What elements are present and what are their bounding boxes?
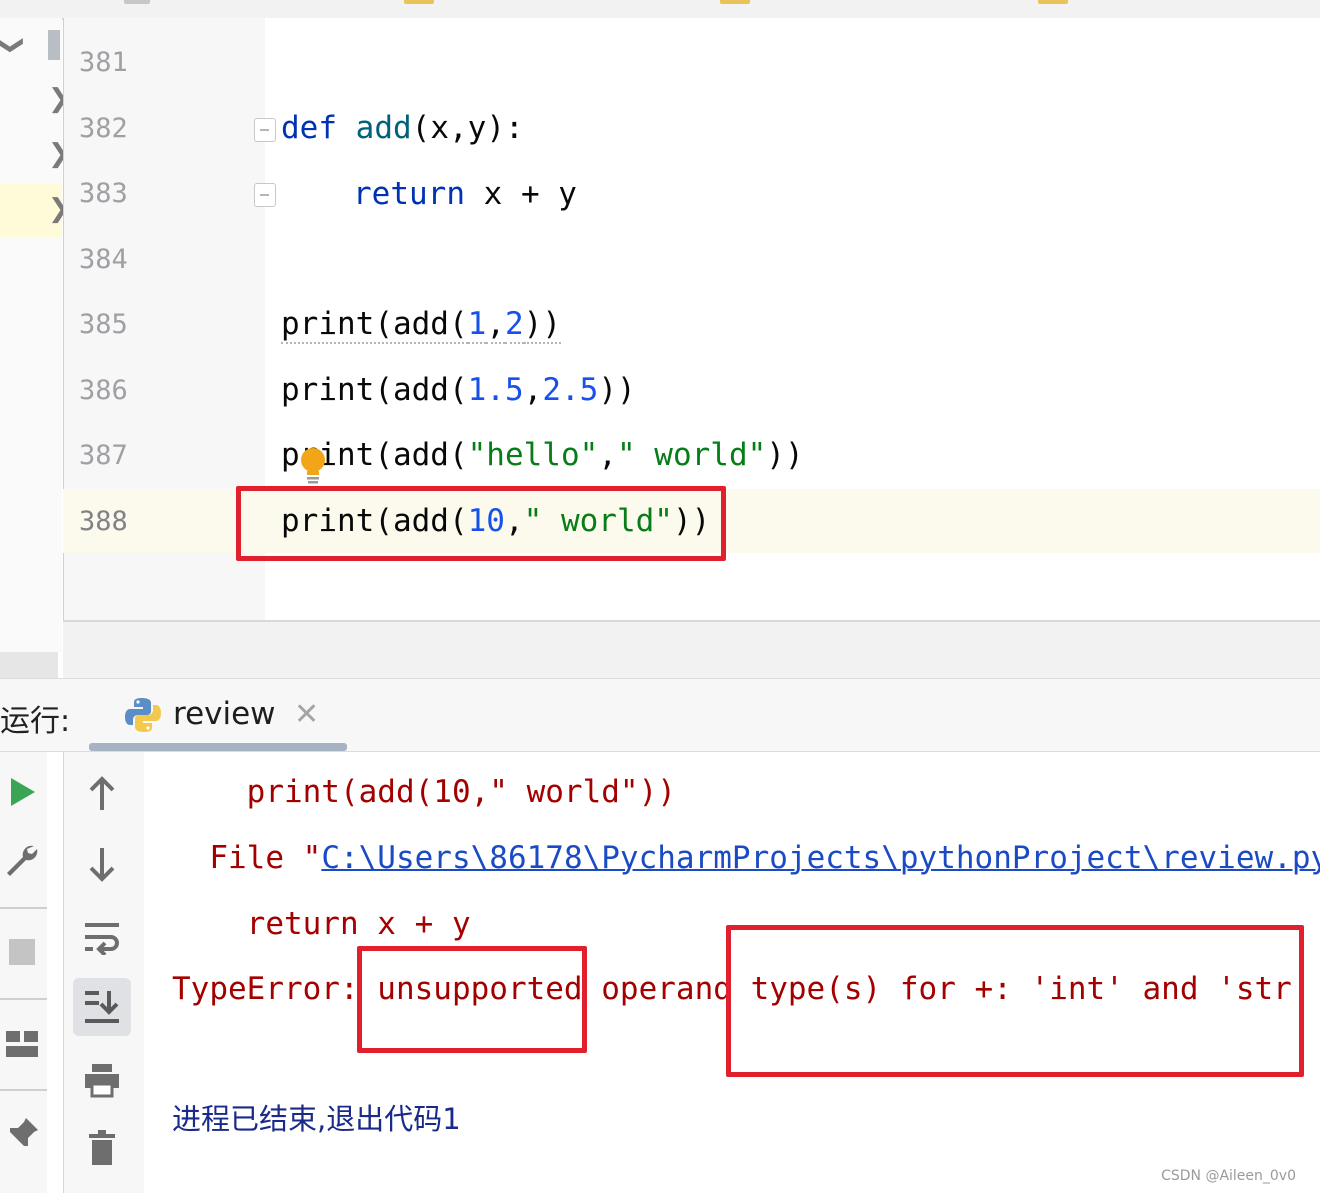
print-icon (85, 1064, 119, 1098)
line-number: 388 (79, 506, 128, 537)
wrap-icon (85, 923, 119, 955)
number-literal: 2 (504, 306, 524, 344)
number-literal: 1.5 (467, 372, 524, 408)
code-line[interactable]: print(add(1,2)) (281, 306, 561, 344)
string-literal: " world" (616, 437, 767, 473)
pin-icon (7, 1118, 38, 1149)
arrow-down-icon (89, 848, 115, 882)
number-literal: 1 (467, 306, 487, 344)
toolbar-separator (0, 907, 47, 909)
arrow-up-icon (89, 776, 115, 810)
code-text: print(add( (281, 372, 468, 408)
line-number: 381 (79, 47, 128, 78)
code-text: )) (598, 372, 636, 408)
tab-fragment[interactable] (124, 0, 150, 4)
layout-button[interactable] (0, 1022, 44, 1066)
fold-collapse-icon[interactable] (254, 118, 276, 142)
lightbulb-icon[interactable] (299, 447, 327, 485)
close-icon[interactable]: ✕ (294, 700, 319, 730)
code-line[interactable]: def add(x,y): (281, 110, 524, 146)
annotation-box-unsupported (357, 946, 587, 1053)
layout-icon (6, 1031, 38, 1057)
modify-config-button[interactable] (0, 838, 44, 882)
code-text: , (486, 306, 505, 344)
keyword: def (281, 110, 337, 146)
code-text: , (598, 437, 617, 473)
trash-icon (89, 1130, 115, 1165)
function-name: add (355, 110, 412, 146)
line-number: 382 (79, 113, 128, 144)
chevron-down-icon[interactable]: ❯ (0, 34, 26, 56)
annotation-box-type-error (726, 925, 1304, 1077)
watermark: CSDN @Aileen_0v0 (1161, 1168, 1296, 1184)
toolbar-separator (0, 998, 47, 1000)
annotation-box-line-388 (236, 486, 726, 561)
clear-all-button[interactable] (80, 1126, 124, 1170)
active-tab-indicator (89, 743, 347, 751)
process-exit-message: 进程已结束,退出代码1 (172, 1102, 461, 1136)
scroll-to-end-icon (85, 991, 119, 1023)
code-text: (x,y): (411, 110, 524, 146)
pin-tab-button[interactable] (0, 1112, 44, 1156)
scroll-down-button[interactable] (80, 842, 124, 886)
tree-scroll-marker (48, 30, 60, 60)
file-path-link[interactable]: C:\Users\86178\PycharmProjects\pythonPro… (321, 840, 1320, 876)
print-button[interactable] (80, 1058, 124, 1102)
line-number: 385 (79, 309, 128, 340)
code-text: , (523, 372, 543, 408)
run-toolbar-secondary (63, 752, 145, 1193)
wrench-icon (7, 845, 38, 876)
toolbar-separator (0, 1089, 47, 1091)
code-line[interactable]: return x + y (353, 176, 577, 212)
editor-tab-strip (0, 0, 1320, 20)
code-text: print(add( (281, 306, 468, 344)
soft-wrap-button[interactable] (80, 916, 124, 960)
console-line: return x + y (172, 906, 471, 942)
run-toolbar-primary (0, 752, 47, 1193)
play-icon (11, 778, 35, 806)
run-label: 运行: (0, 704, 71, 739)
rerun-button[interactable] (0, 770, 44, 814)
code-text: )) (523, 306, 561, 344)
code-line[interactable]: print(add("hello"," world")) (281, 437, 804, 473)
stop-button[interactable] (0, 930, 44, 974)
editor-horizontal-scroll[interactable] (63, 620, 1320, 680)
tab-fragment[interactable] (1038, 0, 1068, 4)
line-number: 386 (79, 375, 128, 406)
string-literal: "hello" (467, 437, 599, 473)
console-text: File " (172, 840, 322, 876)
scroll-up-button[interactable] (80, 772, 124, 816)
stop-icon (9, 939, 35, 965)
code-line[interactable]: print(add(1.5,2.5)) (281, 372, 636, 408)
line-number: 383 (79, 178, 128, 209)
console-line: print(add(10," world")) (172, 774, 676, 810)
project-tree-scrollbar[interactable] (0, 652, 58, 678)
python-icon (125, 698, 161, 732)
tab-fragment[interactable] (404, 0, 434, 4)
number-literal: 2.5 (542, 372, 599, 408)
fold-end-icon[interactable] (254, 183, 276, 207)
console-file-line: File "C:\Users\86178\PycharmProjects\pyt… (172, 840, 1320, 876)
line-number: 387 (79, 440, 128, 471)
line-number: 384 (79, 244, 128, 275)
tab-fragment[interactable] (720, 0, 750, 4)
run-tab-label[interactable]: review (173, 696, 276, 732)
keyword: return (353, 176, 465, 212)
scroll-to-end-button[interactable] (73, 978, 131, 1036)
code-text: x + y (464, 176, 577, 212)
code-text: )) (766, 437, 804, 473)
